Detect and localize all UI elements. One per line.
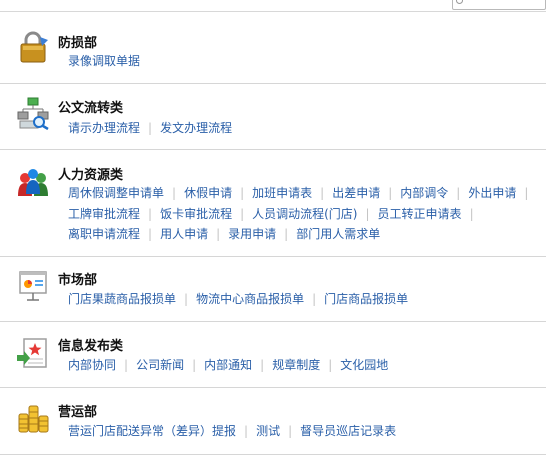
- link-separator: |: [216, 227, 221, 241]
- link-separator: |: [124, 358, 129, 372]
- link-separator: |: [148, 227, 153, 241]
- section-links: 请示办理流程 | 发文办理流程: [68, 118, 538, 139]
- divider: [0, 387, 546, 388]
- section-link[interactable]: 录用申请: [228, 227, 276, 241]
- section-link[interactable]: 营运门店配送异常（差异）提报: [68, 424, 236, 438]
- divider: [0, 149, 546, 150]
- link-separator: |: [184, 292, 189, 306]
- link-separator: |: [240, 206, 245, 221]
- section-link[interactable]: 内部协同: [68, 358, 116, 372]
- workflow-search-icon: [17, 97, 49, 130]
- link-separator: |: [148, 121, 153, 135]
- section-link[interactable]: 请示办理流程: [68, 121, 140, 135]
- divider: [0, 256, 546, 257]
- link-separator: |: [365, 206, 370, 221]
- section-link[interactable]: 内部通知: [204, 358, 252, 372]
- page: 防损部 录像调取单据 公文流转类 请示办理流程 | 发文办理流程 人力资源类 周…: [0, 0, 546, 471]
- divider: [0, 454, 546, 455]
- section-links: 营运门店配送异常（差异）提报 | 测试 | 督导员巡店记录表: [68, 421, 538, 442]
- link-separator: |: [284, 227, 289, 241]
- search-input[interactable]: [452, 0, 546, 10]
- people-icon: [18, 169, 48, 196]
- section-links: 内部协同 | 公司新闻 | 内部通知 | 规章制度 | 文化园地: [68, 355, 538, 376]
- section-link[interactable]: 内部调令: [400, 186, 448, 200]
- link-separator: |: [240, 186, 245, 200]
- section-link[interactable]: 休假申请: [184, 186, 232, 200]
- link-separator: |: [260, 358, 265, 372]
- section-link[interactable]: 门店果蔬商品报损单: [68, 292, 176, 306]
- section-link[interactable]: 发文办理流程: [160, 121, 232, 135]
- link-separator: |: [288, 424, 293, 438]
- search-icon: [456, 0, 463, 4]
- section-link[interactable]: 文化园地: [340, 358, 388, 372]
- section-link[interactable]: 周休假调整申请单: [68, 186, 164, 200]
- link-separator: |: [388, 186, 393, 200]
- section-link[interactable]: 物流中心商品报损单: [196, 292, 304, 306]
- section-title: 营运部: [58, 405, 98, 420]
- link-separator: |: [524, 186, 529, 200]
- section-link[interactable]: 饭卡审批流程: [160, 207, 232, 221]
- link-separator: |: [172, 186, 177, 200]
- section-link[interactable]: 规章制度: [272, 358, 320, 372]
- section-link[interactable]: 人员调动流程(门店): [252, 207, 357, 221]
- section-link[interactable]: 部门用人需求单: [296, 227, 380, 241]
- divider: [0, 83, 546, 84]
- section-link[interactable]: 出差申请: [332, 186, 380, 200]
- section-link[interactable]: 外出申请: [468, 186, 516, 200]
- link-separator: |: [469, 206, 474, 221]
- presentation-icon: [19, 271, 47, 301]
- section-title: 市场部: [58, 273, 98, 288]
- document-star-icon: [17, 338, 47, 368]
- section-links: 门店果蔬商品报损单 | 物流中心商品报损单 | 门店商品报损单: [68, 289, 538, 310]
- link-separator: |: [148, 206, 153, 221]
- section-link[interactable]: 工牌审批流程: [68, 207, 140, 221]
- section-link[interactable]: 录像调取单据: [68, 54, 140, 68]
- link-separator: |: [244, 424, 249, 438]
- section-link[interactable]: 员工转正申请表: [378, 207, 462, 221]
- section-link[interactable]: 公司新闻: [136, 358, 184, 372]
- section-title: 人力资源类: [58, 168, 124, 183]
- section-title: 防损部: [58, 36, 98, 51]
- section-link[interactable]: 加班申请表: [252, 186, 312, 200]
- lock-icon: [20, 31, 48, 63]
- section-links: 周休假调整申请单 | 休假申请 | 加班申请表 | 出差申请 | 内部调令 | 外出申请 | 工牌审批流…: [68, 183, 538, 245]
- coins-icon: [18, 405, 49, 433]
- section-title: 公文流转类: [58, 101, 124, 116]
- link-separator: |: [312, 292, 317, 306]
- section-title: 信息发布类: [58, 339, 124, 354]
- link-separator: |: [456, 186, 461, 200]
- section-links: 录像调取单据: [68, 51, 538, 72]
- top-bar: [0, 0, 546, 12]
- section-link[interactable]: 门店商品报损单: [324, 292, 408, 306]
- section-link[interactable]: 测试: [256, 424, 280, 438]
- link-separator: |: [192, 358, 197, 372]
- link-separator: |: [320, 186, 325, 200]
- link-separator: |: [328, 358, 333, 372]
- divider: [0, 321, 546, 322]
- section-link[interactable]: 用人申请: [160, 227, 208, 241]
- section-link[interactable]: 离职申请流程: [68, 227, 140, 241]
- section-link[interactable]: 督导员巡店记录表: [300, 424, 396, 438]
